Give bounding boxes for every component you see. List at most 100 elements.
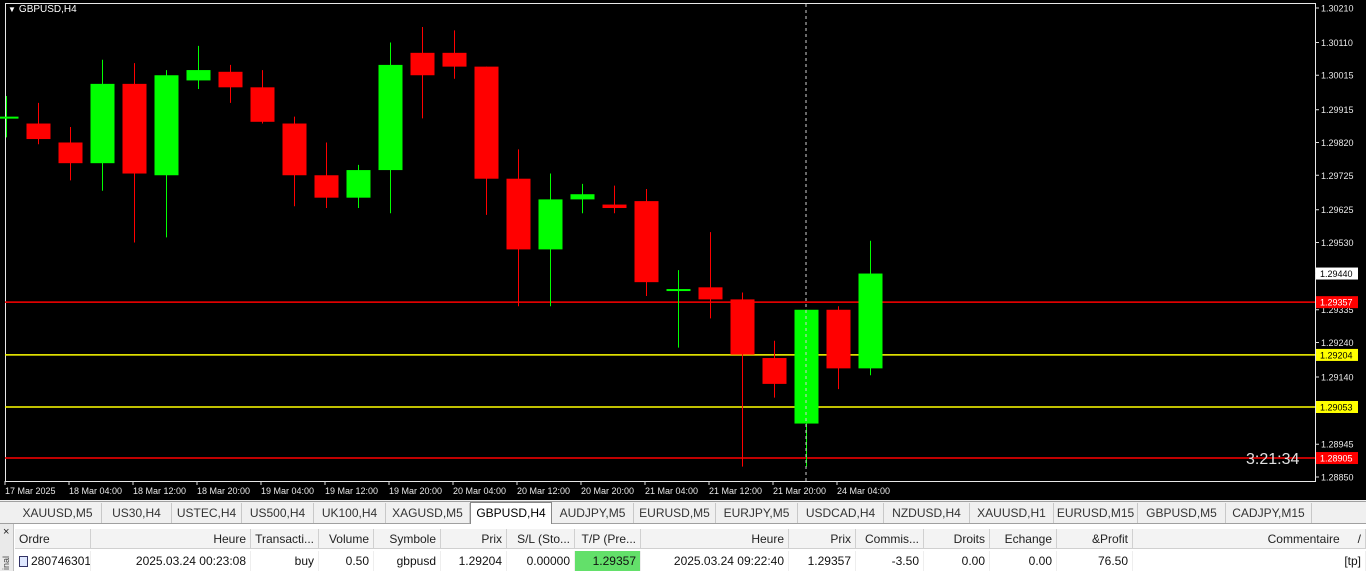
type-value: buy [294,554,314,568]
price-axis-label: 1.30110 [1321,38,1353,48]
bear-candle [474,66,499,179]
tab-xagusd-m5[interactable]: XAGUSD,M5 [386,503,470,523]
chart-tabs-bar: XAUUSD,M5 US30,H4 USTEC,H4 US500,H4 UK100,H4… [0,501,1366,524]
column-header-label: S/L (Sto... [517,532,570,546]
time-axis-label: 18 Mar 12:00 [133,486,186,496]
profit-value: 76.50 [1097,554,1128,568]
cell-close-time[interactable]: 2025.03.24 09:22:40 [641,551,789,571]
column-header[interactable]: Echange [990,529,1057,549]
bull-candle [378,64,403,171]
cell-sl[interactable]: 0.00000 [507,551,575,571]
column-header[interactable]: Ordre [15,529,91,549]
tab-uk100-h4[interactable]: UK100,H4 [314,503,386,523]
cell-volume[interactable]: 0.50 [319,551,374,571]
sort-indicator-icon: / [1357,532,1361,546]
column-header[interactable]: Prix [441,529,507,549]
column-header[interactable]: &Profit [1057,529,1133,549]
bear-candle [250,87,275,122]
cell-tp[interactable]: 1.29357 [575,551,641,571]
price-axis-label: 1.30015 [1321,71,1354,81]
bull-candle [570,194,595,200]
column-header[interactable]: Symbole [374,529,441,549]
bear-candle [218,71,243,88]
tab-us500-h4[interactable]: US500,H4 [242,503,314,523]
chart-window[interactable]: 1.30210 1.30110 1.30015 1.29915 1.29820 1.297… [0,0,1366,500]
cell-profit[interactable]: 76.50 [1057,551,1133,571]
symbol-value: gbpusd [396,554,436,568]
bear-candle [314,175,339,198]
bear-candle [26,123,51,140]
price-axis-label: 1.30210 [1321,4,1354,14]
bull-candle [0,116,19,119]
tab-gbpusd-h4[interactable]: GBPUSD,H4 [470,502,552,524]
cell-close-price[interactable]: 1.29357 [789,551,856,571]
tab-audjpy-m5[interactable]: AUDJPY,M5 [552,503,634,523]
entry-price-tag-label: 1.29204 [1320,350,1353,360]
open-time-value: 2025.03.24 00:23:08 [135,554,246,568]
volume-value: 0.50 [345,554,369,568]
time-axis-label: 18 Mar 04:00 [69,486,122,496]
column-header[interactable]: Droits [924,529,990,549]
cell-swap[interactable]: 0.00 [990,551,1057,571]
tab-nzdusd-h4[interactable]: NZDUSD,H4 [884,503,970,523]
column-header[interactable]: Transacti... [251,529,319,549]
terminal-panel: × inal Ordre 280746301 Heure 2025.03.24 00:… [0,524,1366,571]
tp-value: 1.29357 [592,554,636,568]
close-icon[interactable]: × [3,526,9,538]
time-axis-label: 21 Mar 04:00 [645,486,698,496]
tab-eurusd-m5[interactable]: EURUSD,M5 [634,503,716,523]
candle-countdown-timer: 3:21:34 [1246,451,1300,468]
column-header[interactable]: S/L (Sto... [507,529,575,549]
terminal-side-bar: × inal [0,524,14,571]
price-axis-label: 1.29140 [1321,372,1354,382]
tab-xauusd-m5[interactable]: XAUUSD,M5 [14,503,102,523]
bull-candle [154,75,179,176]
stop-price-tag-label: 1.28905 [1320,454,1353,464]
bear-candle [634,201,659,283]
price-axis-label: 1.29625 [1321,205,1354,215]
column-header-label: Ordre [19,532,50,546]
column-header-label: T/P (Pre... [581,532,636,546]
bear-candle [122,83,147,174]
current-price-label: 1.29440 [1320,269,1353,279]
tab-ustec-h4[interactable]: USTEC,H4 [172,503,242,523]
bear-candle [442,52,467,67]
bear-candle [410,52,435,76]
time-axis-label: 21 Mar 12:00 [709,486,762,496]
cell-symbol[interactable]: gbpusd [374,551,441,571]
tab-eurjpy-m5[interactable]: EURJPY,M5 [716,503,798,523]
time-axis-label: 20 Mar 20:00 [581,486,634,496]
time-axis-label: 19 Mar 04:00 [261,486,314,496]
column-header-label: Symbole [389,532,436,546]
column-header[interactable]: Prix [789,529,856,549]
column-header[interactable]: Heure [641,529,789,549]
tab-usdcad-h4[interactable]: USDCAD,H4 [798,503,884,523]
tab-cadjpy-m15[interactable]: CADJPY,M15 [1226,503,1312,523]
tab-xauusd-h1[interactable]: XAUUSD,H1 [970,503,1054,523]
tab-eurusd-m15[interactable]: EURUSD,M15 [1054,503,1138,523]
price-axis-label: 1.29240 [1321,338,1354,348]
column-header[interactable]: Heure [91,529,251,549]
column-header[interactable]: Commentaire / [1133,529,1366,549]
cell-open-price[interactable]: 1.29204 [441,551,507,571]
cell-comment[interactable]: [tp] [1133,551,1366,571]
bull-candle [666,289,691,292]
column-header[interactable]: T/P (Pre... [575,529,641,549]
candlestick-chart[interactable]: 1.30210 1.30110 1.30015 1.29915 1.29820 1.297… [0,0,1366,500]
chart-symbol-title[interactable]: ▼ GBPUSD,H4 [8,4,77,15]
cell-order[interactable]: 280746301 [15,551,91,571]
cell-commission[interactable]: -3.50 [856,551,924,571]
chart-menu-triangle-icon[interactable]: ▼ [8,5,16,14]
cell-taxes[interactable]: 0.00 [924,551,990,571]
terminal-side-label: inal [1,556,11,571]
column-header-label: Commentaire [1267,532,1340,546]
column-header[interactable]: Commis... [856,529,924,549]
cell-open-time[interactable]: 2025.03.24 00:23:08 [91,551,251,571]
tab-gbpusd-m5[interactable]: GBPUSD,M5 [1138,503,1226,523]
bear-candle [58,142,83,164]
column-header[interactable]: Volume [319,529,374,549]
cell-type[interactable]: buy [251,551,319,571]
price-axis-label: 1.28850 [1321,473,1354,483]
column-header-label: Transacti... [255,532,314,546]
tab-us30-h4[interactable]: US30,H4 [102,503,172,523]
